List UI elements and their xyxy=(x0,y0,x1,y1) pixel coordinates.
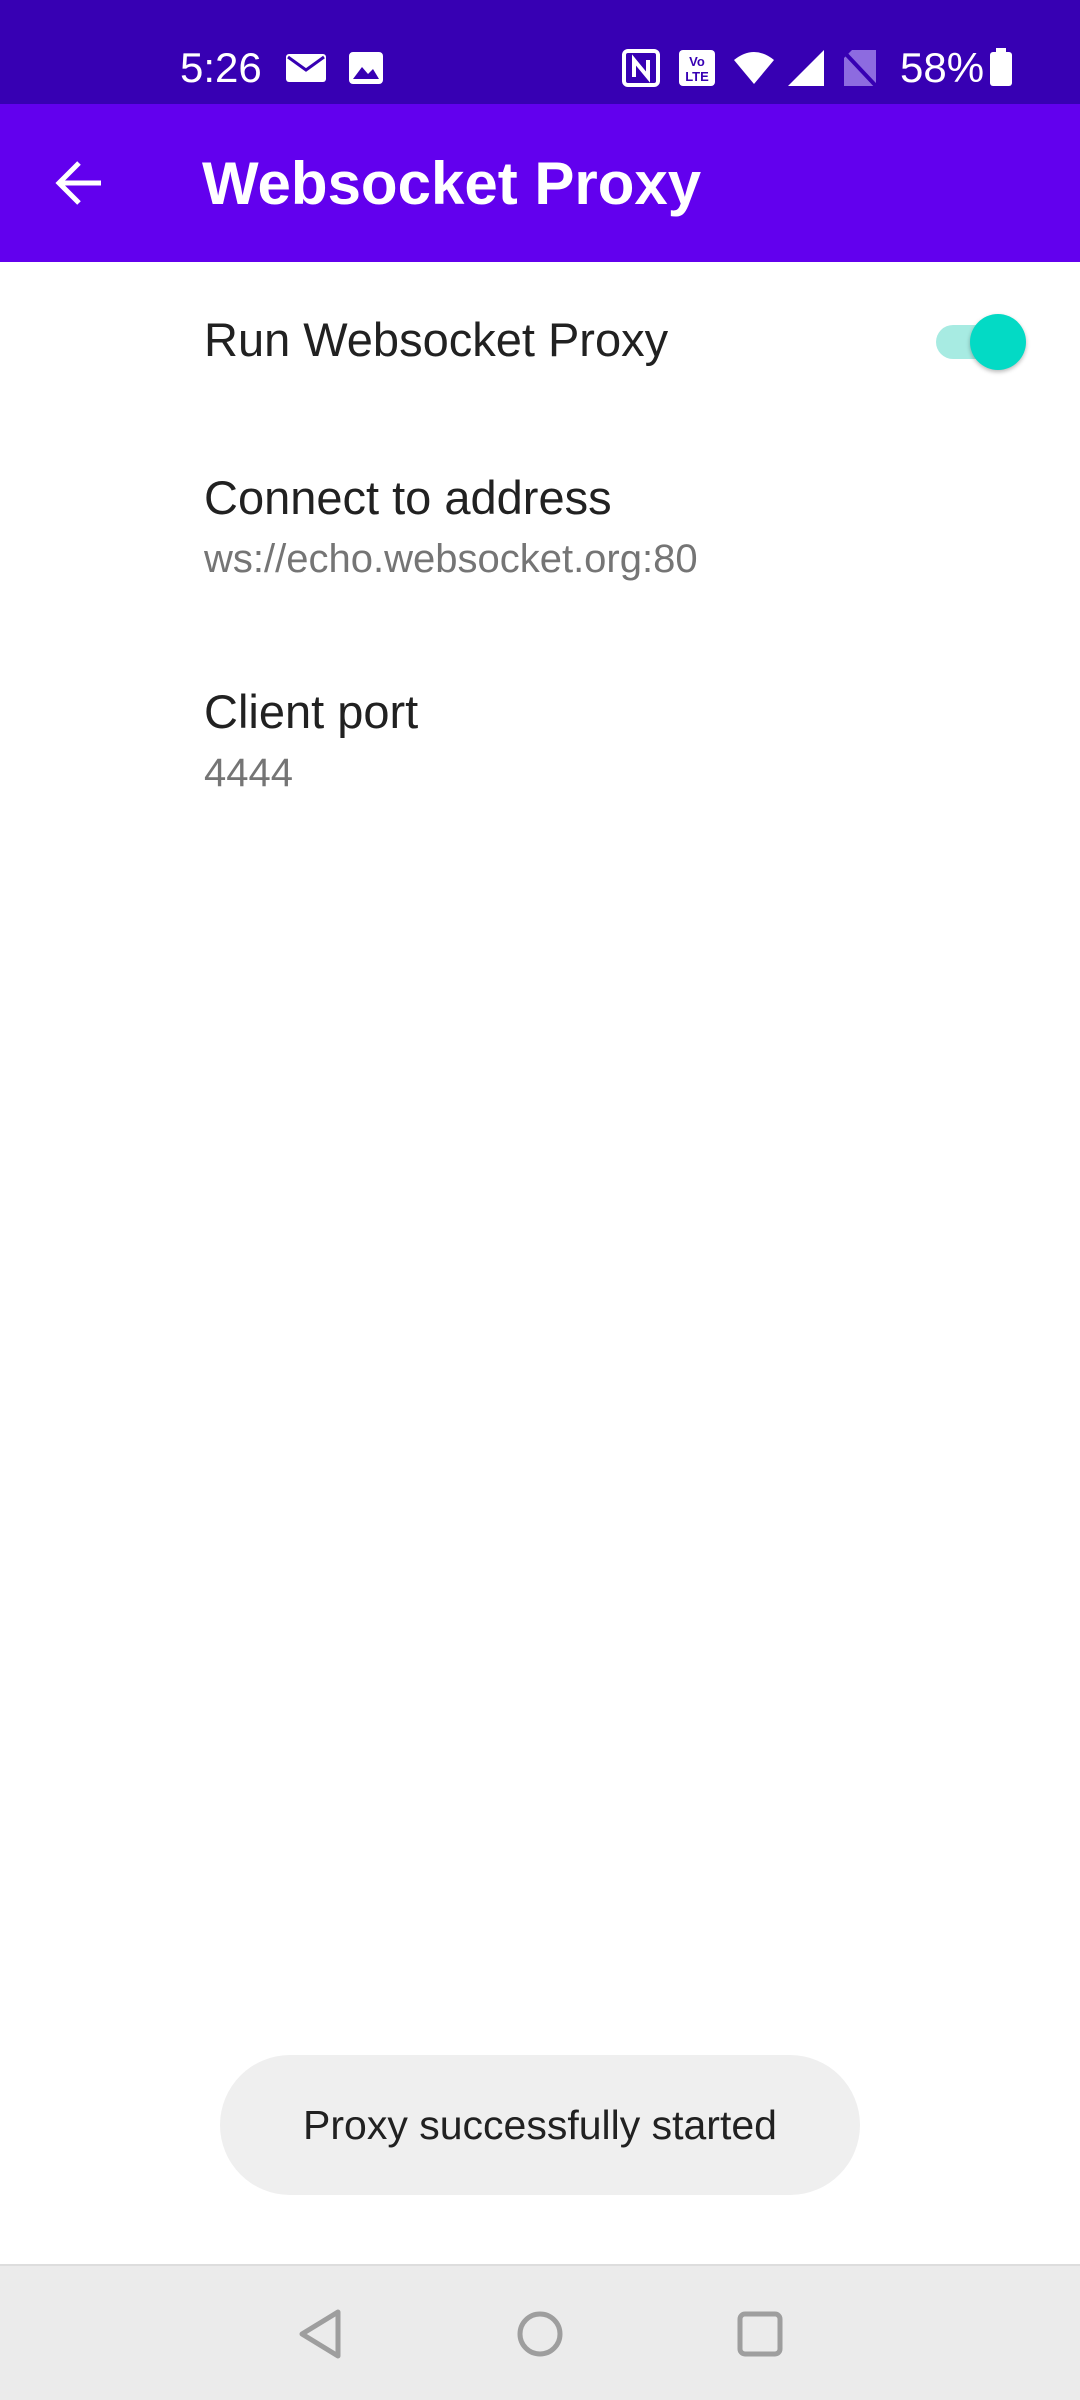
pref-run-proxy[interactable]: Run Websocket Proxy xyxy=(0,262,1080,422)
switch-thumb xyxy=(970,314,1026,370)
pref-run-proxy-title: Run Websocket Proxy xyxy=(204,313,669,366)
page-title: Websocket Proxy xyxy=(202,150,702,217)
home-circle-icon[interactable] xyxy=(510,2304,570,2364)
battery-icon xyxy=(990,48,1012,86)
recents-square-icon[interactable] xyxy=(730,2304,790,2364)
volte-icon: Vo LTE xyxy=(679,50,715,86)
battery-percent: 58% xyxy=(900,44,985,91)
pref-address-title: Connect to address xyxy=(204,471,612,524)
signal-icon xyxy=(788,50,824,86)
app-bar: Websocket Proxy xyxy=(0,104,1080,262)
mail-icon xyxy=(286,54,326,82)
arrow-back-icon xyxy=(55,161,101,205)
screen: 5:26 Vo LTE 58% Websocket Proxy Run Webs… xyxy=(0,0,1080,2400)
pref-port-title: Client port xyxy=(204,685,419,738)
pref-connect-address[interactable]: Connect to address ws://echo.websocket.o… xyxy=(0,422,1080,632)
nav-bar xyxy=(0,2264,1080,2400)
back-triangle-icon[interactable] xyxy=(292,2304,352,2364)
status-time: 5:26 xyxy=(180,44,262,91)
svg-text:Vo: Vo xyxy=(689,54,705,69)
pref-client-port[interactable]: Client port 4444 xyxy=(0,632,1080,842)
toast-message: Proxy successfully started xyxy=(303,2102,777,2148)
image-icon xyxy=(349,52,383,84)
pref-port-value: 4444 xyxy=(204,751,293,795)
svg-text:LTE: LTE xyxy=(685,69,709,84)
nfc-icon xyxy=(622,49,660,87)
back-button[interactable] xyxy=(44,148,114,218)
no-sim-icon xyxy=(842,50,878,88)
status-bar: 5:26 Vo LTE 58% xyxy=(0,0,1080,104)
run-proxy-switch[interactable] xyxy=(930,310,1030,370)
pref-address-value: ws://echo.websocket.org:80 xyxy=(204,537,698,581)
wifi-icon xyxy=(734,52,774,84)
toast: Proxy successfully started xyxy=(220,2055,860,2195)
